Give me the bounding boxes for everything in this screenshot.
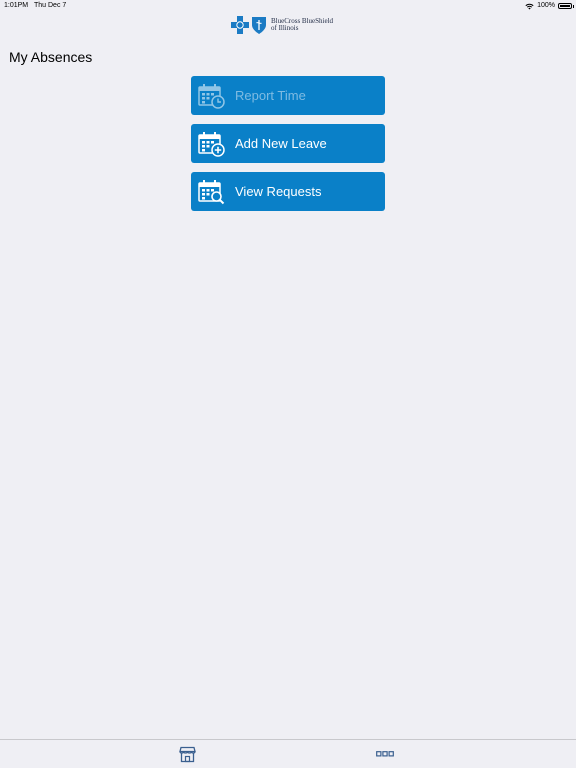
battery-percent: 100% [537, 2, 555, 9]
battery-icon [558, 3, 574, 9]
tab-home[interactable] [177, 745, 197, 763]
logo-line-2: of Illinois [271, 24, 299, 32]
absence-menu: Report Time Add New Leave View Requests [191, 76, 385, 220]
bcbs-logo: BlueCross BlueShield of Illinois [231, 14, 333, 36]
wifi-icon [525, 3, 534, 9]
blue-cross-icon [231, 16, 249, 34]
logo-text: BlueCross BlueShield of Illinois [271, 18, 333, 32]
report-time-label: Report Time [235, 88, 306, 103]
status-right: 100% [525, 0, 574, 12]
calendar-add-icon [197, 130, 225, 158]
tab-bar [0, 739, 576, 768]
status-bar: 1:01PM Thu Dec 7 100% [0, 0, 576, 12]
add-new-leave-label: Add New Leave [235, 136, 327, 151]
add-new-leave-button[interactable]: Add New Leave [191, 124, 385, 163]
report-time-button[interactable]: Report Time [191, 76, 385, 115]
more-icon [376, 751, 394, 757]
view-requests-label: View Requests [235, 184, 322, 199]
store-icon [178, 746, 196, 762]
view-requests-button[interactable]: View Requests [191, 172, 385, 211]
tab-more[interactable] [375, 745, 395, 763]
blue-shield-icon [252, 16, 266, 34]
status-time: 1:01PM [4, 2, 29, 9]
calendar-search-icon [197, 178, 225, 206]
calendar-clock-icon [197, 82, 225, 110]
status-date: Thu Dec 7 [34, 2, 67, 9]
page-title: My Absences [9, 49, 93, 65]
